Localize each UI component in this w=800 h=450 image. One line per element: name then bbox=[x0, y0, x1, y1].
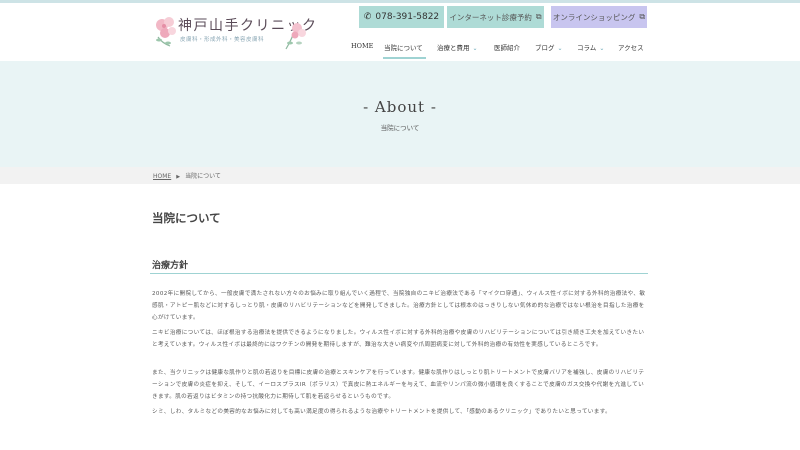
hero-title: - About - bbox=[363, 98, 437, 116]
nav-item-doctor[interactable]: 医師紹介 bbox=[494, 42, 520, 52]
nav-item-blog[interactable]: ブログ ⌄ bbox=[535, 42, 563, 52]
section-divider bbox=[150, 273, 648, 274]
nav-item-home[interactable]: HOME bbox=[351, 42, 373, 50]
online-shopping-button[interactable]: オンラインショッピング ⧉ bbox=[551, 6, 647, 28]
chevron-right-icon: ▶ bbox=[176, 174, 181, 180]
paragraph: 2002年に開院してから、一般皮膚で満たされない方々のお悩みに取り組んでいく過程… bbox=[152, 291, 646, 321]
nav-item-column[interactable]: コラム ⌄ bbox=[577, 42, 604, 52]
phone-number: 078-391-5822 bbox=[375, 12, 440, 22]
hero-subtitle: 当院について bbox=[380, 124, 420, 132]
breadcrumb: HOME ▶ 当院について bbox=[0, 167, 800, 184]
section-title: 治療方針 bbox=[152, 261, 189, 271]
flower-right-icon bbox=[285, 23, 306, 50]
paragraph: また、当クリニックは健康な肌作りと肌の若返りを目標に皮膚の治療とスキンケアを行っ… bbox=[152, 370, 645, 400]
nav-item-treatment[interactable]: 治療と費用 ⌄ bbox=[437, 42, 478, 52]
nav-item-about[interactable]: 当院について bbox=[384, 42, 423, 52]
shopping-label: オンラインショッピング bbox=[552, 12, 636, 22]
nav-item-access[interactable]: アクセス bbox=[618, 42, 644, 52]
reservation-label: インターネット診療予約 bbox=[449, 12, 532, 22]
page-hero: - About - 当院について bbox=[0, 61, 800, 167]
logo-subtitle: 皮膚科・形成外科・美容皮膚科 bbox=[180, 37, 265, 43]
external-link-icon: ⧉ bbox=[639, 12, 646, 21]
chevron-down-icon: ⌄ bbox=[599, 45, 605, 52]
breadcrumb-current: 当院について bbox=[185, 173, 221, 180]
page-title: 当院について bbox=[152, 211, 221, 225]
nav-active-indicator bbox=[383, 57, 426, 59]
site-header: 神戸山手クリニック 皮膚科・形成外科・美容皮膚科 ✆ 078-391-5822 … bbox=[0, 3, 800, 61]
paragraph: ニキビ治療については、ほぼ根治する治療法を提供できるようになりました。ウィルス性… bbox=[152, 330, 645, 348]
external-link-icon: ⧉ bbox=[535, 12, 542, 21]
internet-reservation-button[interactable]: インターネット診療予約 ⧉ bbox=[447, 6, 544, 28]
chevron-down-icon: ⌄ bbox=[557, 45, 563, 52]
site-logo[interactable]: 神戸山手クリニック 皮膚科・形成外科・美容皮膚科 bbox=[154, 13, 316, 55]
phone-icon: ✆ bbox=[363, 12, 372, 22]
breadcrumb-home-link[interactable]: HOME bbox=[153, 173, 171, 180]
phone-button[interactable]: ✆ 078-391-5822 bbox=[359, 6, 444, 28]
paragraph: シミ、しわ、タルミなどの美容的なお悩みに対しても高い満足度の得られるような治療や… bbox=[152, 409, 612, 415]
chevron-down-icon: ⌄ bbox=[472, 45, 478, 52]
